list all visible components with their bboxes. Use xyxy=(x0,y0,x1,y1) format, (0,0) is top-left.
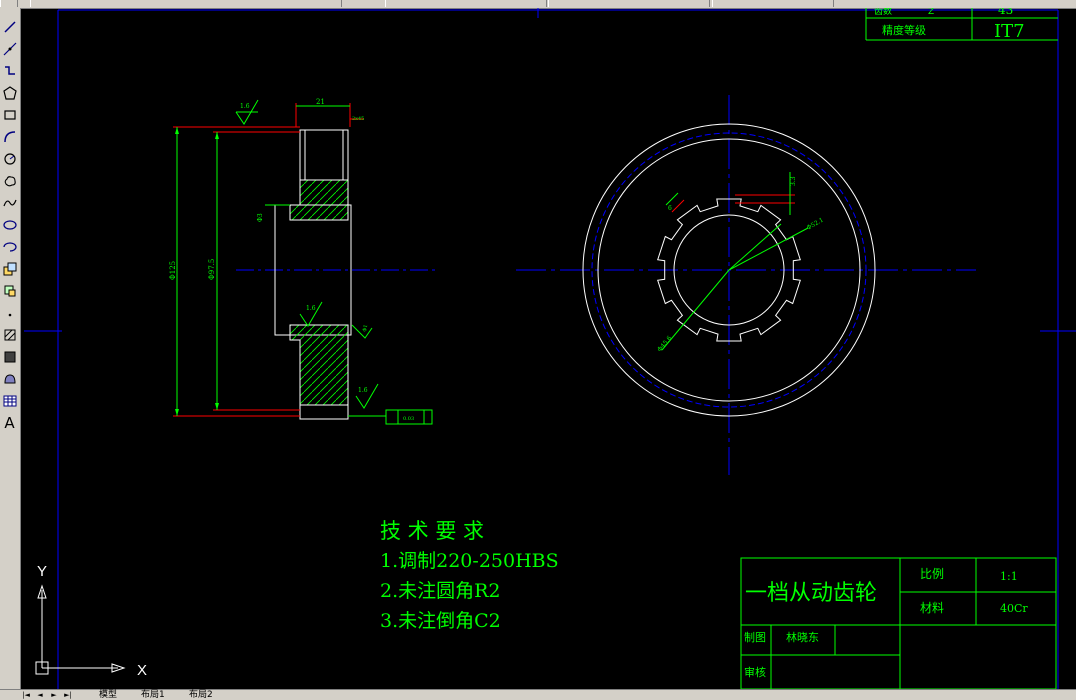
ucs-x-label: X xyxy=(137,662,147,679)
dim-hub-step: Φ3 xyxy=(257,213,264,222)
ucs-y-label: Y xyxy=(37,563,47,580)
last-tab-button[interactable]: ►| xyxy=(64,691,72,699)
precision-grade-label: 精度等级 xyxy=(882,23,926,37)
prev-tab-button[interactable]: ◄ xyxy=(36,691,44,699)
polygon-tool-icon[interactable] xyxy=(1,84,18,102)
dim-spline-outer: Φ52.1 xyxy=(806,217,825,232)
param-teeth-label: 齿数 xyxy=(874,8,892,17)
polyline-tool-icon[interactable] xyxy=(1,62,18,80)
hatch-tool-icon[interactable] xyxy=(1,326,18,344)
dim-chamfer: 2x45 xyxy=(352,116,364,122)
dim-spline-width: 6 xyxy=(668,205,672,212)
region-tool-icon[interactable] xyxy=(1,370,18,388)
gear-front-view: 6 3.3 Φ52.1 Φ45.6 xyxy=(516,95,976,475)
draw-toolbar: A xyxy=(0,8,21,691)
line-tool-icon[interactable] xyxy=(1,18,18,36)
precision-grade-value: IT7 xyxy=(994,21,1025,42)
table-tool-icon[interactable] xyxy=(1,392,18,410)
roughness-3: 1.6 xyxy=(358,387,368,394)
tech-req-item: 3.未注倒角C2 xyxy=(380,610,501,632)
dim-outer-diameter: Φ125 xyxy=(169,261,177,280)
ellipse-tool-icon[interactable] xyxy=(1,216,18,234)
construction-line-tool-icon[interactable] xyxy=(1,40,18,58)
tech-req-heading: 技 术 要 求 xyxy=(380,519,484,543)
tech-req-item: 2.未注圆角R2 xyxy=(380,580,501,602)
scale-value: 1:1 xyxy=(1000,570,1018,583)
circle-tool-icon[interactable] xyxy=(1,150,18,168)
param-teeth-value: 43 xyxy=(998,8,1013,17)
material-value: 40Cr xyxy=(1000,602,1028,615)
toolbar-segment[interactable] xyxy=(385,0,547,7)
parameter-table: 齿数 Z 43 精度等级 IT7 xyxy=(865,8,1058,42)
rectangle-tool-icon[interactable] xyxy=(1,106,18,124)
next-tab-button[interactable]: ► xyxy=(50,691,58,699)
dim-face-width: 21 xyxy=(316,98,325,106)
revision-cloud-tool-icon[interactable] xyxy=(1,172,18,190)
toolbar-segment[interactable] xyxy=(30,0,342,7)
tech-req-item: 1.调制220-250HBS xyxy=(380,550,559,572)
text-tool-icon[interactable]: A xyxy=(1,414,18,432)
flatness-note: Φ1 xyxy=(362,324,369,332)
review-label: 审核 xyxy=(744,665,766,679)
make-block-tool-icon[interactable] xyxy=(1,282,18,300)
point-tool-icon[interactable] xyxy=(1,304,18,322)
part-name: 一档从动齿轮 xyxy=(745,581,877,606)
roughness-2: 1.6 xyxy=(306,305,316,312)
dim-spline-height: 3.3 xyxy=(790,176,797,186)
ucs-icon xyxy=(35,584,126,675)
spline-tool-icon[interactable] xyxy=(1,194,18,212)
toolbar-segment[interactable] xyxy=(0,0,18,7)
arc-tool-icon[interactable] xyxy=(1,128,18,146)
ellipse-arc-tool-icon[interactable] xyxy=(1,238,18,256)
param-teeth-symbol: Z xyxy=(928,8,934,17)
gradient-tool-icon[interactable] xyxy=(1,348,18,366)
drawing-frame xyxy=(24,8,1076,689)
scale-label: 比例 xyxy=(920,567,944,581)
drawn-by: 林晓东 xyxy=(786,630,819,644)
dim-root-diameter: Φ97.5 xyxy=(208,259,216,280)
toolbar-segment[interactable] xyxy=(548,0,710,7)
layout-tabs-bar: |◄ ◄ ► ►| 模型 布局1 布局2 xyxy=(0,689,1076,700)
insert-block-tool-icon[interactable] xyxy=(1,260,18,278)
drawn-label: 制图 xyxy=(744,631,766,644)
drawing-canvas[interactable]: 齿数 Z 43 精度等级 IT7 21 2x45 Φ125 Φ97.5 Φ3 1… xyxy=(21,8,1076,689)
toolbar-segment[interactable] xyxy=(712,0,834,7)
tolerance-value: 0.03 xyxy=(403,416,414,422)
gear-section-view: 21 2x45 Φ125 Φ97.5 Φ3 1.6 1.6 1.6 Φ1 0.0… xyxy=(169,98,436,425)
material-label: 材料 xyxy=(920,601,944,615)
dim-spline-inner: Φ45.6 xyxy=(656,335,673,354)
technical-requirements: 技 术 要 求 1.调制220-250HBS 2.未注圆角R2 3.未注倒角C2 xyxy=(380,519,559,632)
roughness-1: 1.6 xyxy=(240,103,250,110)
first-tab-button[interactable]: |◄ xyxy=(22,691,30,699)
